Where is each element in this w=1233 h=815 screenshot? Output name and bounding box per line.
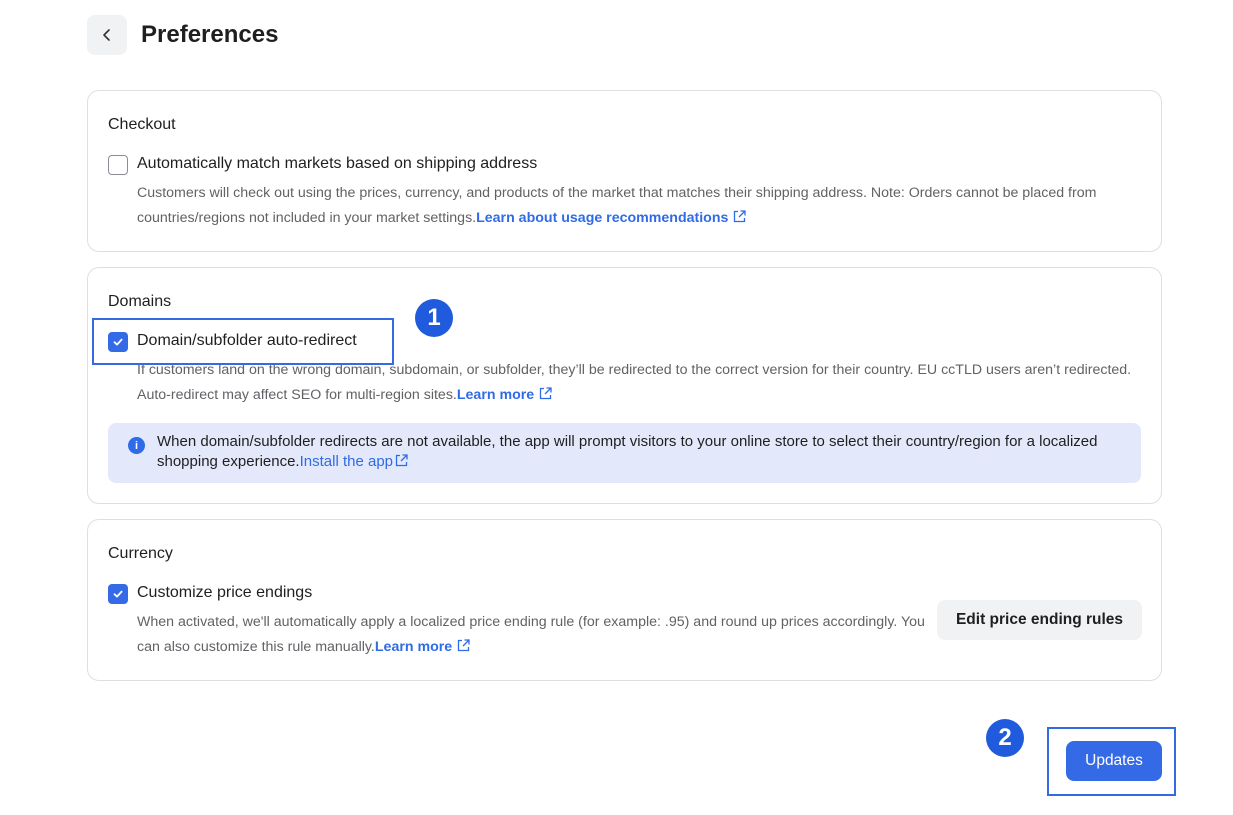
auto-match-markets-label: Automatically match markets based on shi… — [137, 155, 538, 172]
domains-title: Domains — [108, 293, 172, 310]
checkout-card: Checkout Automatically match markets bas… — [87, 90, 1162, 252]
currency-description: When activated, we'll automatically appl… — [137, 614, 925, 655]
auto-match-markets-checkbox[interactable] — [108, 155, 128, 175]
price-endings-checkbox[interactable] — [108, 584, 128, 604]
currency-learn-more-link[interactable]: Learn more — [375, 639, 452, 655]
updates-button[interactable]: Updates — [1066, 741, 1162, 781]
checkout-title: Checkout — [108, 116, 176, 133]
domains-description-block: If customers land on the wrong domain, s… — [137, 358, 1147, 408]
domains-description: If customers land on the wrong domain, s… — [137, 362, 1132, 403]
checkmark-icon — [112, 336, 124, 348]
external-link-icon — [534, 387, 552, 403]
info-banner-text-block: When domain/subfolder redirects are not … — [157, 432, 1117, 472]
edit-price-ending-rules-button[interactable]: Edit price ending rules — [937, 600, 1142, 640]
currency-card: Currency Customize price endings When ac… — [87, 519, 1162, 681]
install-app-link[interactable]: Install the app — [300, 453, 393, 470]
info-icon: i — [128, 437, 145, 454]
price-endings-label: Customize price endings — [137, 584, 313, 601]
page-title: Preferences — [141, 21, 279, 48]
usage-recommendations-link[interactable]: Learn about usage recommendations — [476, 210, 728, 226]
step-badge-2: 2 — [986, 719, 1024, 757]
checkout-description-block: Customers will check out using the price… — [137, 181, 1147, 231]
info-banner: i When domain/subfolder redirects are no… — [108, 423, 1141, 483]
currency-description-block: When activated, we'll automatically appl… — [137, 610, 927, 660]
external-link-icon — [452, 639, 470, 655]
auto-redirect-checkbox[interactable] — [108, 332, 128, 352]
external-link-icon — [728, 210, 747, 226]
auto-redirect-label: Domain/subfolder auto-redirect — [137, 332, 357, 349]
domains-card: Domains Domain/subfolder auto-redirect I… — [87, 267, 1162, 504]
step-badge-1: 1 — [415, 299, 453, 337]
checkmark-icon — [112, 588, 124, 600]
back-button[interactable] — [87, 15, 127, 55]
chevron-left-icon — [100, 28, 114, 42]
external-link-icon — [393, 453, 408, 470]
domains-learn-more-link[interactable]: Learn more — [457, 387, 534, 403]
info-banner-text: When domain/subfolder redirects are not … — [157, 433, 1098, 470]
currency-title: Currency — [108, 545, 173, 562]
